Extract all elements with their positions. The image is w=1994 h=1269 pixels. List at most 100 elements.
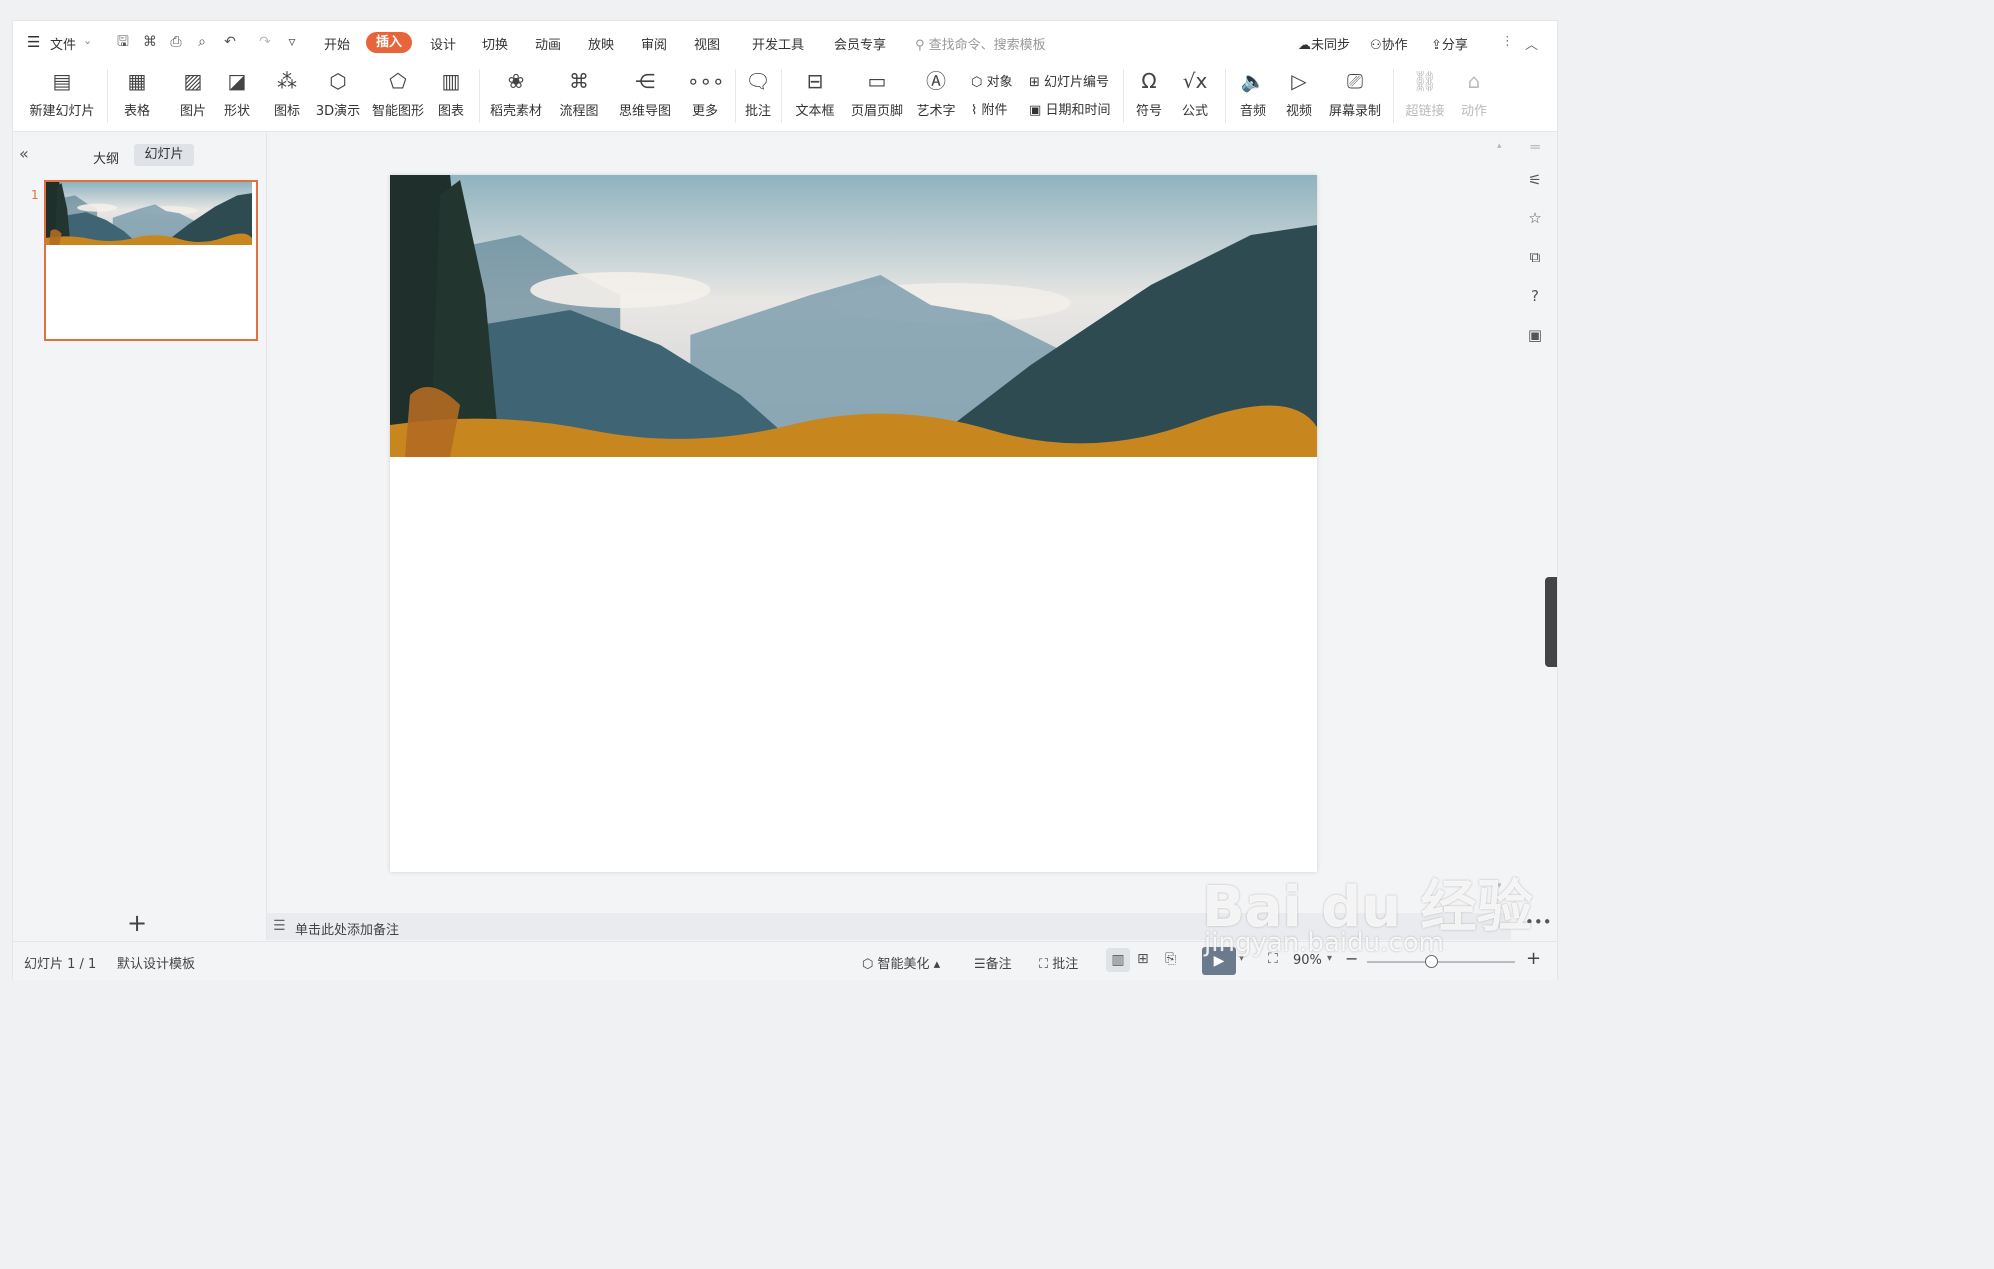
- format-painter-icon[interactable]: ⌘: [141, 33, 159, 51]
- sync-label: 未同步: [1311, 38, 1351, 53]
- slide-number-button[interactable]: ⊞ 幻灯片编号: [1029, 71, 1109, 90]
- transition-icon[interactable]: ⧉: [1525, 247, 1545, 267]
- shape-button[interactable]: ◪ 形状: [219, 67, 255, 119]
- action-button[interactable]: ⌂ 动作: [1459, 67, 1489, 119]
- textbox-label: 文本框: [795, 104, 835, 119]
- customize-toolbar-icon[interactable]: ▿: [283, 33, 301, 51]
- picture-label: 图片: [179, 104, 206, 119]
- file-menu[interactable]: 文件: [50, 34, 76, 53]
- help-icon[interactable]: ?: [1525, 286, 1545, 306]
- notes-list-icon: ☰: [974, 957, 986, 972]
- design-template[interactable]: 默认设计模板: [117, 953, 195, 972]
- header-footer-button[interactable]: ▭ 页眉页脚: [849, 67, 905, 119]
- screen-record-button[interactable]: ⎚ 屏幕录制: [1327, 67, 1383, 119]
- collaborate-button[interactable]: ⚇协作: [1370, 34, 1408, 53]
- sorter-view-icon[interactable]: ⊞: [1137, 951, 1149, 967]
- comment-label: 批注: [744, 104, 771, 119]
- zoom-slider[interactable]: [1367, 955, 1515, 968]
- print-icon[interactable]: ⎙: [167, 33, 185, 51]
- save-icon[interactable]: 🖫: [114, 33, 132, 51]
- tab-design[interactable]: 设计: [430, 34, 456, 53]
- pin-icon[interactable]: ☆: [1525, 208, 1545, 228]
- cube-icon: ⬡: [329, 69, 347, 93]
- smartart-button[interactable]: ⬠ 智能图形: [371, 67, 425, 119]
- command-search[interactable]: ⚲ 查找命令、搜索模板: [915, 34, 1046, 53]
- share-button[interactable]: ⇪分享: [1431, 34, 1468, 53]
- object-button[interactable]: ⬡ 对象: [971, 71, 1013, 90]
- datetime-button[interactable]: ▣ 日期和时间: [1029, 99, 1110, 118]
- share-icon: ⇪: [1431, 38, 1442, 53]
- comment-toggle[interactable]: ⛶ 批注: [1039, 953, 1078, 972]
- symbol-button[interactable]: Ω 符号: [1131, 67, 1167, 119]
- video-icon: ▷: [1291, 69, 1307, 93]
- properties-icon[interactable]: ⚟: [1525, 170, 1545, 190]
- reading-view-icon[interactable]: ⎘: [1165, 951, 1176, 967]
- hamburger-icon[interactable]: ☰: [27, 33, 40, 51]
- table-button[interactable]: ▦ 表格: [119, 67, 155, 119]
- notes-placeholder[interactable]: 单击此处添加备注: [295, 919, 399, 938]
- add-slide-icon[interactable]: +: [127, 909, 147, 937]
- archive-icon[interactable]: ▣: [1525, 325, 1545, 345]
- normal-view-icon[interactable]: ▥: [1106, 948, 1130, 972]
- flowchart-button[interactable]: ⌘ 流程图: [556, 67, 602, 119]
- tab-outline[interactable]: 大纲: [93, 148, 119, 167]
- attachment-button[interactable]: ⌇ 附件: [971, 99, 1008, 118]
- divider: [1123, 69, 1124, 123]
- scroll-up-icon[interactable]: ▴: [1497, 141, 1502, 151]
- icon-button[interactable]: ⁂ 图标: [269, 67, 305, 119]
- 3d-demo-button[interactable]: ⬡ 3D演示: [315, 67, 361, 119]
- audio-button[interactable]: 🔈 音频: [1235, 67, 1271, 119]
- tab-review[interactable]: 审阅: [641, 34, 667, 53]
- side-widget-tab[interactable]: [1545, 577, 1557, 667]
- tab-animations[interactable]: 动画: [535, 34, 561, 53]
- slide-canvas[interactable]: [390, 175, 1317, 872]
- more-button[interactable]: ∘∘∘ 更多: [687, 67, 725, 119]
- tab-developer[interactable]: 开发工具: [752, 34, 804, 53]
- tab-slides[interactable]: 幻灯片: [134, 144, 194, 166]
- print-preview-icon[interactable]: ⌕: [193, 33, 211, 51]
- tab-home[interactable]: 开始: [324, 34, 350, 53]
- beautify-button[interactable]: ⬡ 智能美化 ▴: [862, 953, 940, 972]
- collapse-panel-icon[interactable]: «: [19, 144, 29, 163]
- landscape-image[interactable]: [390, 175, 1317, 457]
- formula-button[interactable]: √x 公式: [1177, 67, 1213, 119]
- shape-label: 形状: [223, 104, 250, 119]
- wordart-button[interactable]: Ⓐ 艺术字: [913, 67, 959, 119]
- undo-icon[interactable]: ↶: [221, 33, 239, 51]
- textbox-button[interactable]: ⊟ 文本框: [791, 67, 839, 119]
- video-button[interactable]: ▷ 视频: [1281, 67, 1317, 119]
- drag-handle-icon[interactable]: ═: [1525, 137, 1545, 157]
- hyperlink-label: 超链接: [1405, 104, 1445, 119]
- slide-position: 幻灯片 1 / 1: [24, 957, 97, 972]
- cloud-icon: ☁: [1298, 38, 1311, 53]
- chart-button[interactable]: ▥ 图表: [433, 67, 469, 119]
- comment-button[interactable]: 🗨 批注: [743, 67, 773, 119]
- picture-button[interactable]: ▨ 图片: [175, 67, 211, 119]
- omega-icon: Ω: [1141, 69, 1157, 93]
- new-slide-button[interactable]: ▤ 新建幻灯片: [25, 67, 99, 119]
- chevron-down-icon[interactable]: ⌄: [83, 34, 92, 47]
- right-sidebar: ═ ⚟ ☆ ⧉ ? ▣ •••: [1513, 132, 1557, 931]
- material-button[interactable]: ❀ 稻壳素材: [489, 67, 543, 119]
- hyperlink-button[interactable]: ⛓ 超链接: [1401, 67, 1449, 119]
- notes-toggle[interactable]: ☰备注: [974, 953, 1012, 972]
- slide-thumbnail[interactable]: [44, 180, 258, 341]
- attachment-label: 附件: [981, 103, 1008, 118]
- flowchart-label: 流程图: [559, 104, 599, 119]
- notes-toggle-label: 备注: [985, 957, 1012, 972]
- tab-insert[interactable]: 插入: [366, 32, 412, 53]
- search-input[interactable]: 查找命令、搜索模板: [929, 38, 1046, 53]
- tab-member[interactable]: 会员专享: [834, 34, 886, 53]
- sync-status[interactable]: ☁未同步: [1298, 34, 1350, 53]
- collapse-ribbon-icon[interactable]: ︿: [1525, 34, 1538, 53]
- zoom-in-icon[interactable]: +: [1526, 948, 1541, 969]
- redo-icon[interactable]: ↷: [256, 33, 274, 51]
- tab-view[interactable]: 视图: [694, 34, 720, 53]
- app-window: ☰ 文件 ⌄ 🖫 ⌘ ⎙ ⌕ ↶ ↷ ▿ 开始 插入 设计 切换 动画 放映 审…: [12, 20, 1558, 980]
- divider: [1393, 69, 1394, 123]
- vertical-scrollbar[interactable]: ▴ ▾: [1496, 141, 1506, 901]
- more-vertical-icon[interactable]: ⋮: [1501, 34, 1514, 49]
- mindmap-button[interactable]: ⋲ 思维导图: [615, 67, 675, 119]
- tab-slideshow[interactable]: 放映: [588, 34, 614, 53]
- tab-transitions[interactable]: 切换: [482, 34, 508, 53]
